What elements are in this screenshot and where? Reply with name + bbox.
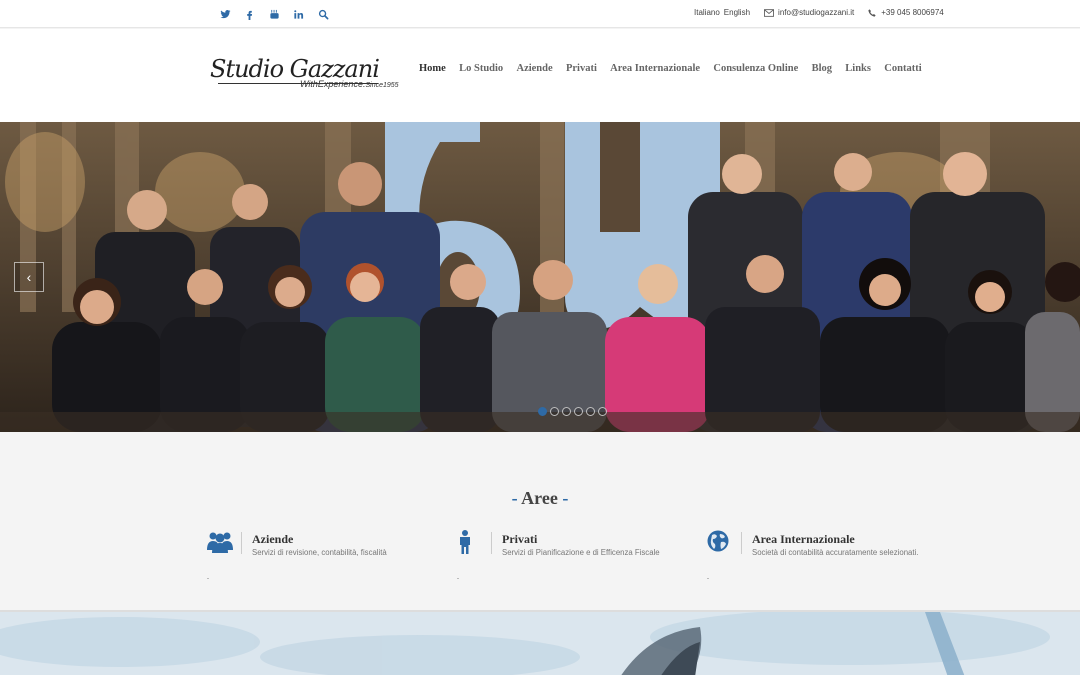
search-icon[interactable] — [311, 7, 336, 21]
group-icon — [207, 532, 233, 553]
lang-italiano-link[interactable]: Italiano — [694, 8, 720, 17]
person-icon — [460, 530, 470, 554]
area-title[interactable]: Privati — [502, 532, 537, 547]
group-photo — [0, 122, 1080, 432]
area-separator — [491, 532, 492, 554]
email-link[interactable]: info@studiogazzani.it — [778, 8, 854, 17]
slider-pagination — [538, 407, 607, 416]
phone-icon — [868, 8, 876, 17]
nav-consulenza-online[interactable]: Consulenza Online — [713, 63, 798, 74]
slider-dot[interactable] — [562, 407, 571, 416]
slider-dot[interactable] — [598, 407, 607, 416]
slider-dot[interactable] — [586, 407, 595, 416]
logo-tagline: WithExperience.Since1955 — [300, 79, 399, 89]
aree-title-text: Aree — [521, 488, 558, 508]
chevron-left-icon: ‹ — [26, 269, 32, 285]
area-separator — [241, 532, 242, 554]
divider — [707, 578, 709, 579]
top-bar: Italiano English info@studiogazzani.it +… — [0, 0, 1080, 28]
watercolor-banner — [0, 610, 1080, 675]
area-internazionale[interactable]: Area Internazionale Società di contabili… — [707, 528, 947, 558]
hero-slider[interactable]: ‹ — [0, 122, 1080, 432]
linkedin-icon[interactable] — [287, 7, 312, 21]
aree-section: - Aree - Aziende Servizi di revisione, c… — [0, 432, 1080, 610]
slider-dot[interactable] — [538, 407, 547, 416]
aree-heading: - Aree - — [511, 488, 569, 508]
slider-dot[interactable] — [550, 407, 559, 416]
area-separator — [741, 532, 742, 554]
area-description: Servizi di Pianificazione e di Efficenza… — [502, 548, 660, 557]
slider-prev-button[interactable]: ‹ — [14, 262, 44, 292]
nav-home[interactable]: Home — [419, 63, 446, 74]
nav-links[interactable]: Links — [845, 63, 871, 74]
nav-blog[interactable]: Blog — [812, 63, 832, 74]
globe-icon — [707, 530, 729, 552]
top-contact-links: Italiano English info@studiogazzani.it +… — [694, 8, 944, 17]
area-description: Servizi di revisione, contabilità, fisca… — [252, 548, 387, 557]
divider — [457, 578, 459, 579]
phone-number[interactable]: +39 045 8006974 — [881, 8, 944, 17]
site-header: Studio Gazzani WithExperience.Since1955 … — [0, 29, 1080, 122]
youtube-icon[interactable] — [262, 7, 287, 21]
area-privati[interactable]: Privati Servizi di Pianificazione e di E… — [457, 528, 687, 558]
area-description: Società di contabilità accuratamente sel… — [752, 548, 919, 557]
area-aziende[interactable]: Aziende Servizi di revisione, contabilit… — [207, 528, 437, 558]
site-logo[interactable]: Studio Gazzani WithExperience.Since1955 — [210, 55, 410, 97]
slider-dot[interactable] — [574, 407, 583, 416]
nav-contatti[interactable]: Contatti — [884, 63, 921, 74]
watercolor-illustration — [0, 612, 1080, 675]
main-nav: Home Lo Studio Aziende Privati Area Inte… — [419, 63, 935, 74]
twitter-icon[interactable] — [213, 7, 238, 21]
envelope-icon — [764, 8, 775, 17]
divider — [207, 578, 209, 579]
area-title[interactable]: Area Internazionale — [752, 532, 855, 547]
social-links — [213, 7, 336, 21]
area-title[interactable]: Aziende — [252, 532, 293, 547]
nav-area-internazionale[interactable]: Area Internazionale — [610, 63, 700, 74]
nav-lo-studio[interactable]: Lo Studio — [459, 63, 503, 74]
nav-privati[interactable]: Privati — [566, 63, 597, 74]
facebook-icon[interactable] — [238, 7, 263, 21]
nav-aziende[interactable]: Aziende — [516, 63, 552, 74]
lang-english-link[interactable]: English — [724, 8, 750, 17]
